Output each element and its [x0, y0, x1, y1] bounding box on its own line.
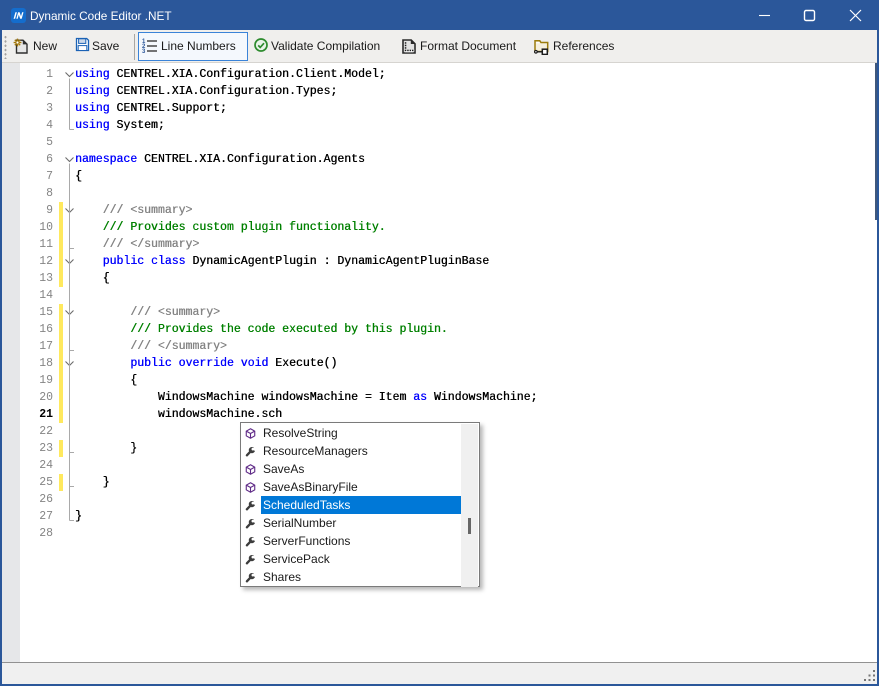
- svg-text:3: 3: [142, 49, 146, 54]
